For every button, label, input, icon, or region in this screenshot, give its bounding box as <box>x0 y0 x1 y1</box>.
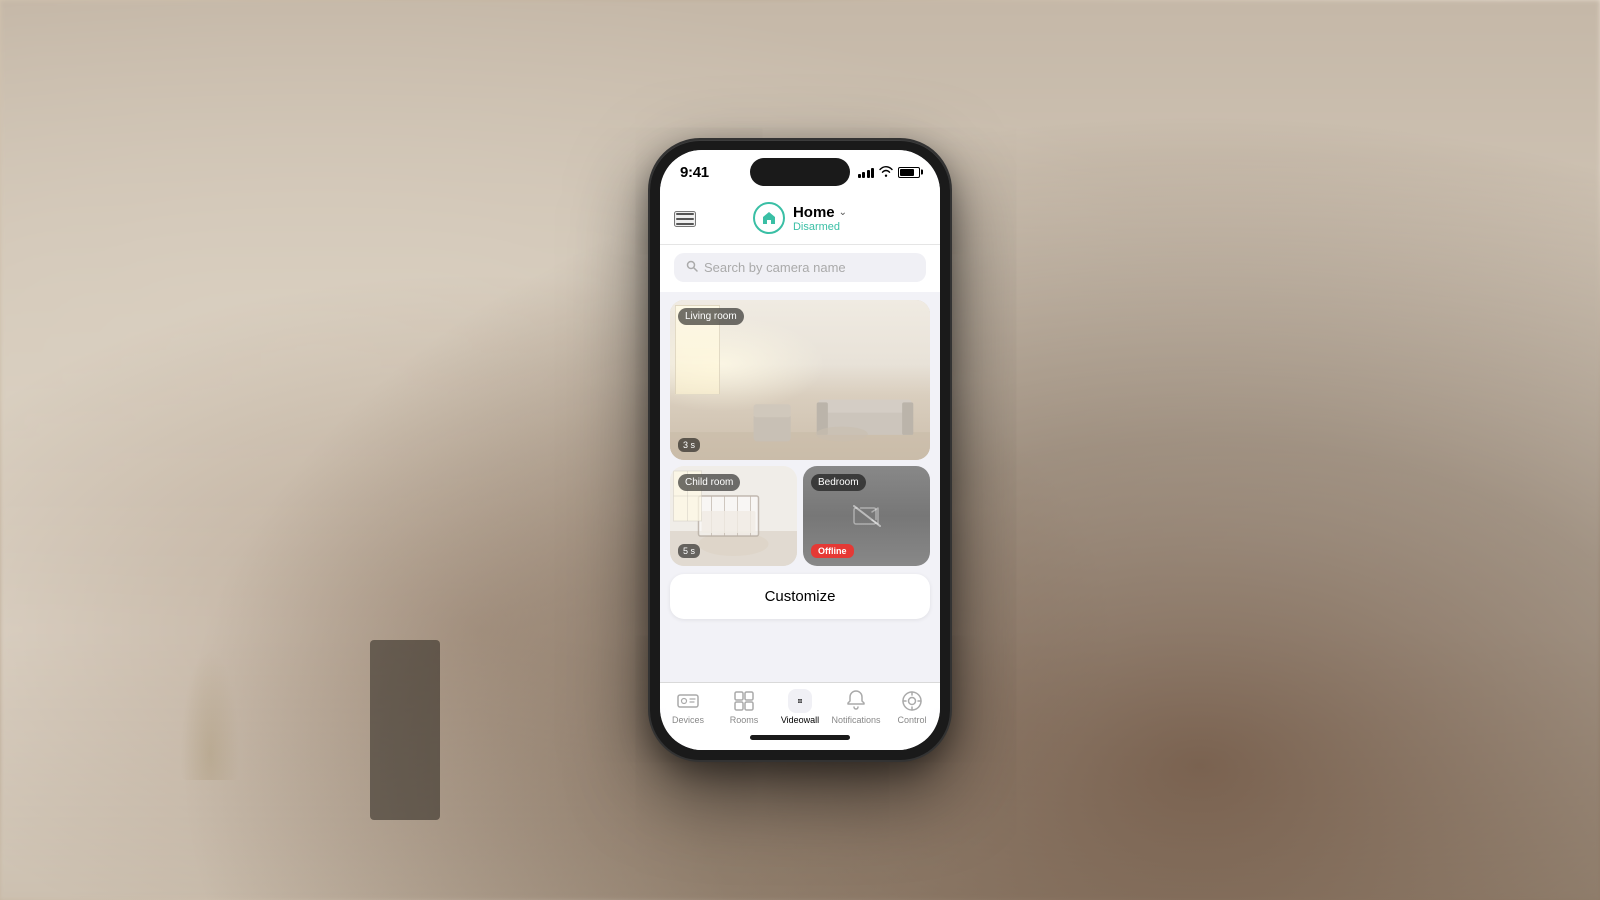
child-room-timer: 5 s <box>678 544 700 558</box>
home-icon <box>753 202 785 234</box>
tab-rooms-label: Rooms <box>730 715 759 725</box>
devices-icon <box>676 689 700 713</box>
signal-bar-2 <box>862 172 865 178</box>
hamburger-line-2 <box>676 218 694 220</box>
phone-device: 9:41 <box>650 140 950 760</box>
tab-control[interactable]: Control <box>884 689 940 725</box>
videowall-icon <box>788 689 812 713</box>
header-title-row[interactable]: Home ⌄ <box>793 204 847 221</box>
signal-bars-icon <box>858 166 875 178</box>
battery-icon <box>898 167 920 178</box>
tab-rooms[interactable]: Rooms <box>716 689 772 725</box>
battery-fill <box>900 169 914 176</box>
living-room-label: Living room <box>678 308 744 325</box>
tab-devices-label: Devices <box>672 715 704 725</box>
header-center: Home ⌄ Disarmed <box>753 202 847 234</box>
home-indicator <box>660 729 940 750</box>
header-title-area: Home ⌄ Disarmed <box>793 204 847 233</box>
search-placeholder: Search by camera name <box>704 260 846 275</box>
chevron-down-icon: ⌄ <box>839 207 847 218</box>
search-bar[interactable]: Search by camera name <box>674 253 926 282</box>
tab-bar: Devices Rooms <box>660 682 940 729</box>
header-subtitle: Disarmed <box>793 221 840 233</box>
notifications-icon <box>844 689 868 713</box>
rooms-icon <box>732 689 756 713</box>
hamburger-line-3 <box>676 223 694 225</box>
home-bar <box>750 735 850 740</box>
background-plant <box>180 650 240 780</box>
offline-badge: Offline <box>811 544 854 558</box>
tab-notifications[interactable]: Notifications <box>828 689 884 725</box>
bedroom-label: Bedroom <box>811 474 866 491</box>
signal-bar-3 <box>867 170 870 178</box>
search-icon <box>686 260 698 275</box>
signal-bar-1 <box>858 174 861 178</box>
status-icons <box>858 165 921 180</box>
living-room-camera-card[interactable]: Living room 3 s <box>670 300 930 460</box>
control-icon <box>900 689 924 713</box>
menu-button[interactable] <box>674 211 696 227</box>
camera-grid: Living room 3 s <box>670 300 930 566</box>
phone-screen: 9:41 <box>660 150 940 750</box>
phone-shell: 9:41 <box>650 140 950 760</box>
wifi-icon <box>879 165 893 180</box>
bedroom-camera-card[interactable]: Bedroom Offline <box>803 466 930 566</box>
scrollable-area[interactable]: Living room 3 s <box>660 292 940 682</box>
camera-off-icon <box>852 504 882 528</box>
child-room-label: Child room <box>678 474 740 491</box>
signal-bar-4 <box>871 168 874 178</box>
tab-control-label: Control <box>897 715 926 725</box>
camera-row-bottom: Child room 5 s <box>670 466 930 566</box>
tab-videowall-label: Videowall <box>781 715 819 725</box>
child-room-camera-card[interactable]: Child room 5 s <box>670 466 797 566</box>
tab-videowall[interactable]: Videowall <box>772 689 828 725</box>
search-container: Search by camera name <box>660 245 940 292</box>
room-furniture-svg <box>670 364 930 460</box>
app-body: Home ⌄ Disarmed <box>660 194 940 750</box>
tab-notifications-label: Notifications <box>831 715 880 725</box>
customize-button[interactable]: Customize <box>670 574 930 619</box>
dynamic-island <box>750 158 850 186</box>
app-header: Home ⌄ Disarmed <box>660 194 940 245</box>
hamburger-line-1 <box>676 213 694 215</box>
tab-devices[interactable]: Devices <box>660 689 716 725</box>
background-object <box>370 640 440 820</box>
header-title: Home <box>793 204 835 221</box>
living-room-timer: 3 s <box>678 438 700 452</box>
status-time: 9:41 <box>680 164 709 181</box>
